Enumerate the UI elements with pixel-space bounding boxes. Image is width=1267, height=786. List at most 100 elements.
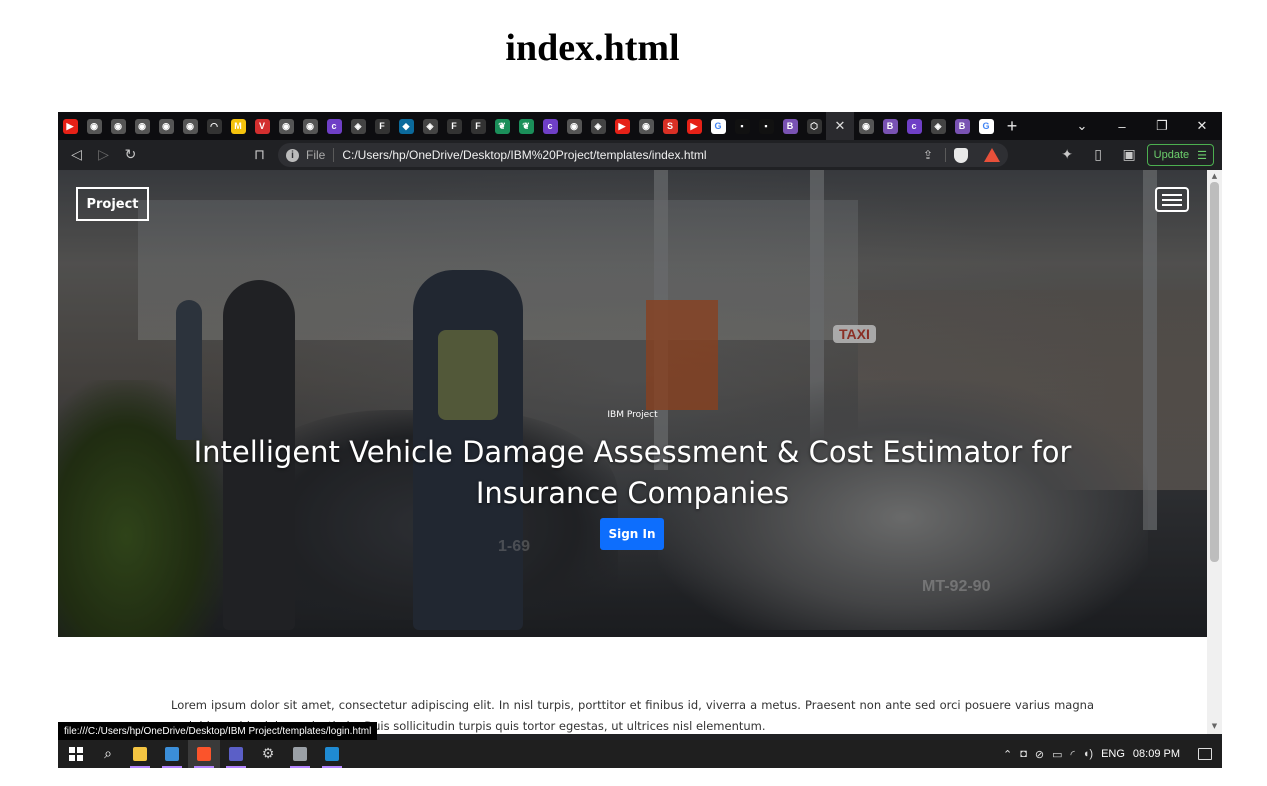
browser-tab[interactable]: ⬡	[802, 112, 826, 140]
running-indicator	[290, 766, 310, 768]
forward-button[interactable]: ▷	[90, 142, 117, 168]
sidebar-icon[interactable]: ▯	[1085, 142, 1112, 168]
browser-tab[interactable]: ◈	[586, 112, 610, 140]
clock[interactable]: 08:09 PM	[1133, 748, 1180, 760]
tab-search-dropdown-icon[interactable]: ⌄	[1062, 112, 1102, 140]
vertical-scrollbar[interactable]: ▲ ▼	[1207, 170, 1222, 734]
info-icon[interactable]: i	[286, 148, 299, 162]
taskbar-item[interactable]	[188, 740, 220, 768]
volume-icon[interactable]: ◖)	[1083, 748, 1093, 760]
wifi-icon[interactable]: ◜	[1070, 748, 1074, 761]
browser-tab[interactable]: S	[658, 112, 682, 140]
close-window-button[interactable]: ✕	[1182, 112, 1222, 140]
browser-tab[interactable]: ◈	[346, 112, 370, 140]
browser-tab[interactable]: B	[878, 112, 902, 140]
browser-tab[interactable]: ▶	[58, 112, 82, 140]
battery-icon[interactable]: ▭	[1052, 748, 1062, 761]
new-tab-button[interactable]: +	[998, 112, 1026, 140]
browser-tab[interactable]: ◉	[106, 112, 130, 140]
browser-tab[interactable]: ▪	[754, 112, 778, 140]
browser-tab[interactable]: ❦	[490, 112, 514, 140]
hamburger-line	[1162, 203, 1182, 206]
browser-tab[interactable]: ▶	[610, 112, 634, 140]
browser-tab[interactable]: ◉	[562, 112, 586, 140]
scroll-down-icon[interactable]: ▼	[1210, 722, 1219, 732]
hero-section: TAXI MT-92-90 1-69 Project IBM Project I…	[58, 170, 1207, 637]
cube-icon: ◈	[422, 118, 438, 134]
browser-tab[interactable]: B	[950, 112, 974, 140]
browser-tab[interactable]: ▶	[682, 112, 706, 140]
taskbar-item[interactable]	[124, 740, 156, 768]
coursera-icon: c	[906, 118, 922, 134]
share-icon[interactable]: ⇪	[919, 142, 937, 168]
browser-tab[interactable]: ◉	[82, 112, 106, 140]
browser-tab[interactable]: F	[466, 112, 490, 140]
browser-tab[interactable]: c	[538, 112, 562, 140]
browser-tab[interactable]: c	[902, 112, 926, 140]
browser-tab[interactable]: ◉	[178, 112, 202, 140]
wallet-icon[interactable]: ▣	[1116, 142, 1143, 168]
update-button[interactable]: Update ☰	[1146, 144, 1214, 166]
address-url[interactable]: C:/Users/hp/OneDrive/Desktop/IBM%20Proje…	[342, 148, 706, 162]
brave-rewards-icon[interactable]	[984, 148, 1000, 162]
running-indicator	[194, 766, 214, 768]
navbar-brand[interactable]: Project	[76, 187, 149, 221]
globe-icon: ◉	[134, 118, 150, 134]
taskbar-item[interactable]	[156, 740, 188, 768]
browser-tab[interactable]: ◉	[130, 112, 154, 140]
address-bar[interactable]: i File C:/Users/hp/OneDrive/Desktop/IBM%…	[278, 143, 1008, 167]
browser-tab[interactable]: ▪	[730, 112, 754, 140]
bookmark-icon[interactable]: ⊓	[246, 142, 273, 168]
file-icon: F	[374, 118, 390, 134]
browser-tab[interactable]: ◉	[634, 112, 658, 140]
scrollbar-thumb[interactable]	[1210, 182, 1219, 562]
control-panel-icon	[165, 747, 179, 761]
camera-icon[interactable]: ◘	[1020, 748, 1027, 760]
start-button[interactable]	[60, 740, 92, 768]
close-tab-button[interactable]: ✕	[826, 112, 854, 140]
notification-icon[interactable]	[1198, 748, 1212, 760]
browser-tab[interactable]: ◉	[298, 112, 322, 140]
taskbar-item[interactable]: ⚙	[252, 740, 284, 768]
browser-tab[interactable]: ◈	[418, 112, 442, 140]
sign-in-button[interactable]: Sign In	[600, 518, 664, 550]
extensions-icon[interactable]: ✦	[1054, 142, 1081, 168]
browser-tab[interactable]: ◉	[274, 112, 298, 140]
navbar-toggler-icon[interactable]	[1155, 187, 1189, 212]
drive-icon[interactable]: ⊘	[1035, 748, 1044, 761]
language-indicator[interactable]: ENG	[1101, 748, 1125, 760]
browser-tab[interactable]: F	[370, 112, 394, 140]
back-button[interactable]: ◁	[63, 142, 90, 168]
browser-tab[interactable]: ❦	[514, 112, 538, 140]
browser-tab[interactable]: ◉	[854, 112, 878, 140]
brave-shield-icon[interactable]	[954, 147, 968, 163]
toolbar-right: ✦ ▯ ▣ Update ☰	[1054, 142, 1214, 168]
minimize-button[interactable]: –	[1102, 112, 1142, 140]
taskbar-item[interactable]	[284, 740, 316, 768]
address-scheme: File	[306, 148, 326, 162]
reload-button[interactable]: ↻	[117, 142, 144, 168]
browser-tab[interactable]: ◈	[926, 112, 950, 140]
browser-tab[interactable]: B	[778, 112, 802, 140]
window-controls: ⌄ – ❐ ✕	[1062, 112, 1222, 140]
browser-toolbar: ◁ ▷ ↻ ⊓ i File C:/Users/hp/OneDrive/Desk…	[58, 140, 1222, 170]
taskbar-item[interactable]	[316, 740, 348, 768]
browser-tab[interactable]: G	[974, 112, 998, 140]
dark-icon: ▪	[734, 118, 750, 134]
browser-tab[interactable]: ◆	[394, 112, 418, 140]
browser-tab[interactable]: G	[706, 112, 730, 140]
browser-tab[interactable]: F	[442, 112, 466, 140]
taskbar-item[interactable]: ⌕	[92, 740, 124, 768]
file-icon: F	[446, 118, 462, 134]
restore-button[interactable]: ❐	[1142, 112, 1182, 140]
browser-tab[interactable]: V	[250, 112, 274, 140]
tray-chevron-icon[interactable]: ⌃	[1003, 748, 1012, 761]
taskbar-item[interactable]	[220, 740, 252, 768]
browser-tab[interactable]: ◉	[154, 112, 178, 140]
browser-tab[interactable]: M	[226, 112, 250, 140]
browser-tab[interactable]: ◠	[202, 112, 226, 140]
scroll-up-icon[interactable]: ▲	[1210, 172, 1219, 182]
browser-tab[interactable]: c	[322, 112, 346, 140]
google-icon: G	[978, 118, 994, 134]
tab-strip: ▶ ◉ ◉ ◉ ◉ ◉ ◠ M V ◉ ◉ c ◈ F ◆ ◈ F F ❦ ❦ c ◉ ◈ ▶ ◉ S ▶ G ▪ ▪ B ⬡ ✕ ◉ Bc ◈ B G +…	[58, 112, 1222, 140]
